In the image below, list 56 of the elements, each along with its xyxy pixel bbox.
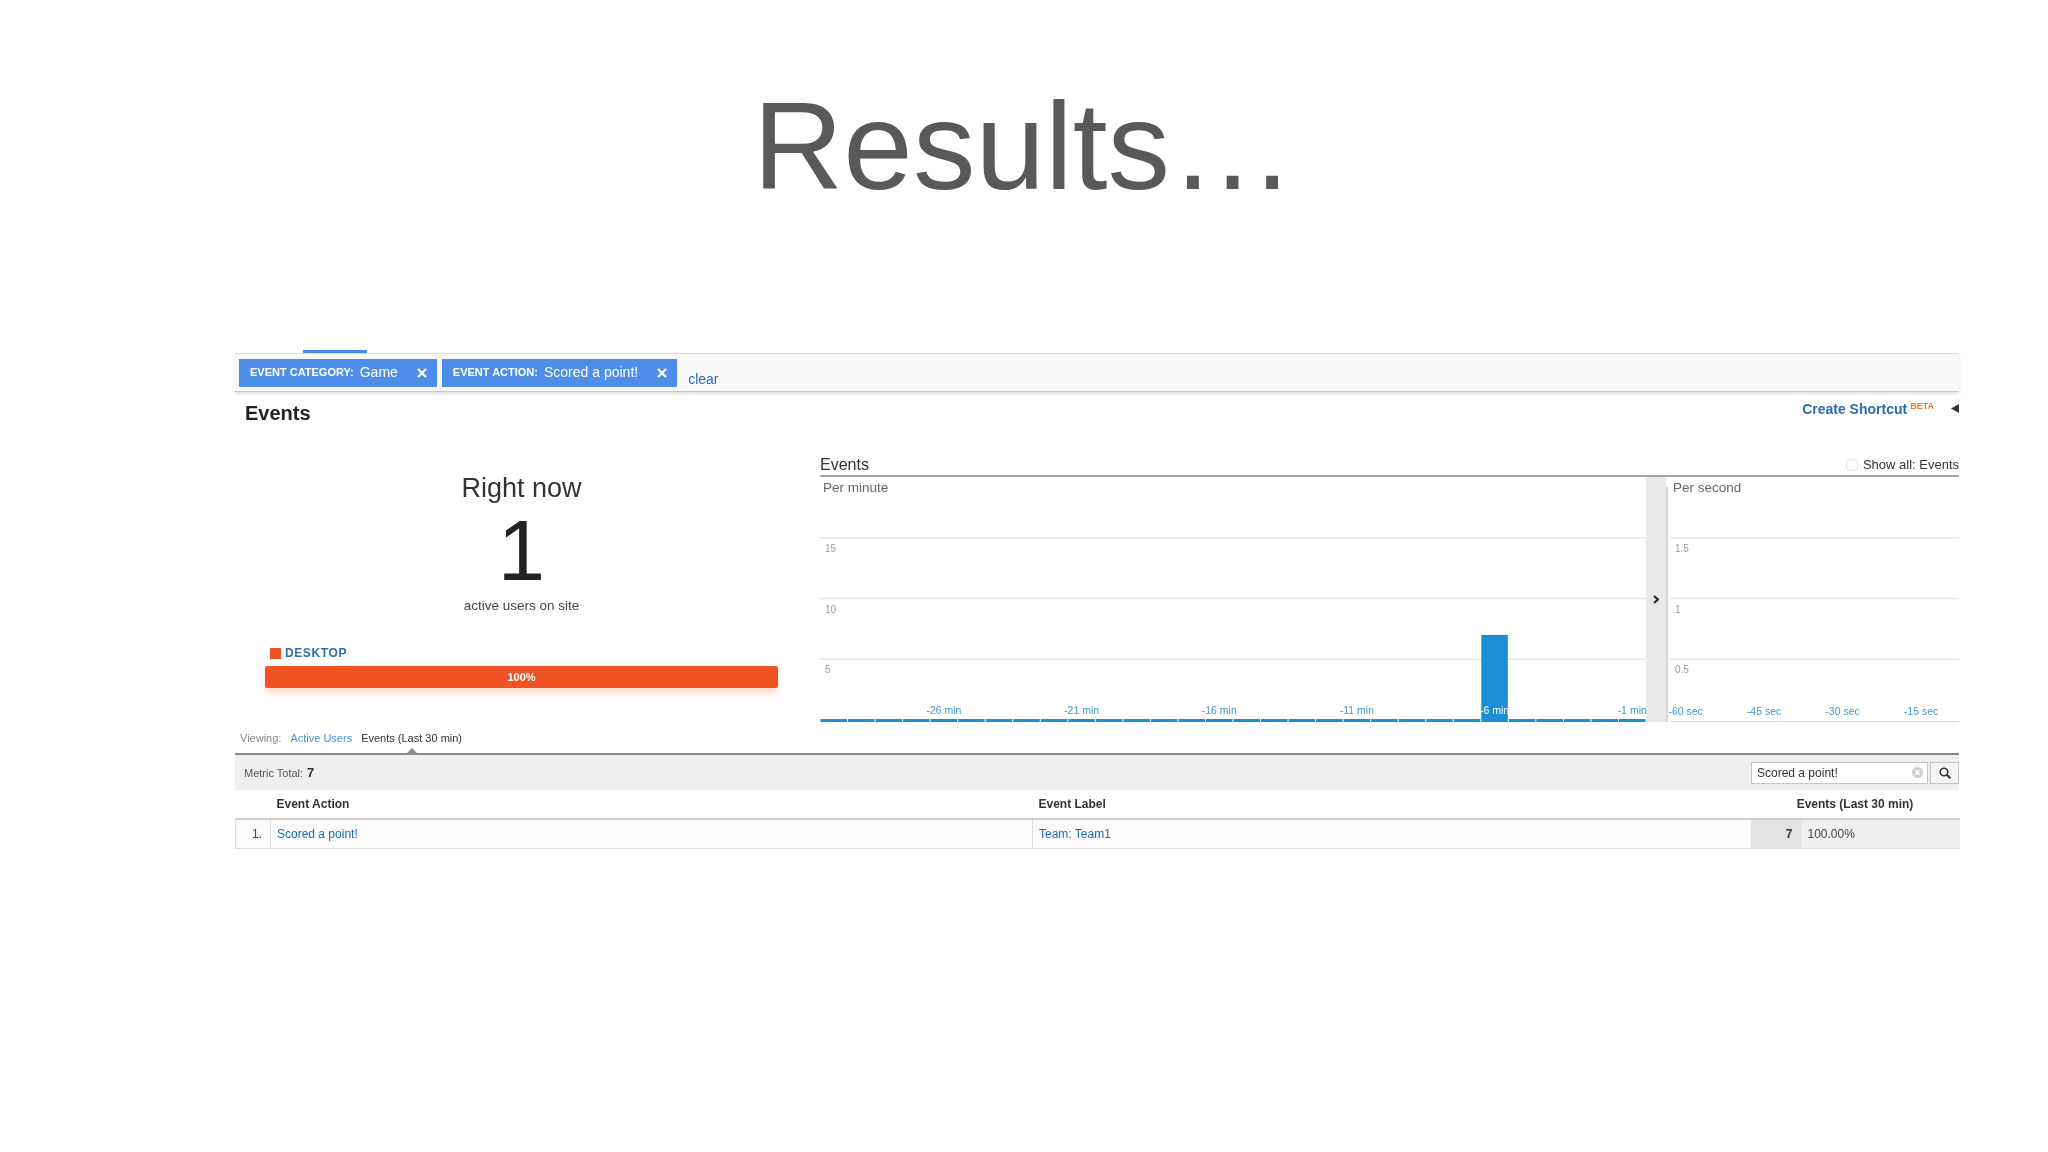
axis-tick-label: -6 min — [1479, 704, 1510, 716]
axis-tick-label: -60 sec — [1668, 705, 1703, 717]
slide-title: Results… — [753, 83, 1295, 208]
event-label-link[interactable]: Team: Team1 — [1039, 826, 1111, 841]
active-user-count: 1 — [496, 508, 547, 593]
close-icon — [416, 367, 427, 378]
tab-indicator — [303, 350, 367, 353]
report-title: Events — [245, 401, 311, 425]
search-icon — [1938, 766, 1951, 779]
axis-tick-label: -15 sec — [1903, 705, 1939, 717]
chart-title: Events — [820, 455, 869, 475]
axis-tick-label: -21 min — [1064, 704, 1100, 716]
filter-label: EVENT CATEGORY: — [250, 365, 354, 381]
axis-tick-label: 15 — [825, 542, 837, 554]
viewing-label: Viewing: — [240, 732, 282, 745]
metric-total-label: Metric Total: — [244, 766, 304, 781]
create-shortcut-link[interactable]: Create Shortcut — [1802, 401, 1908, 418]
axis-tick-label: 1 — [1675, 603, 1681, 615]
checkbox-label: Show all: Events — [1862, 457, 1959, 473]
remove-filter-button[interactable] — [416, 367, 427, 378]
chart-subtitle: Per second — [1673, 480, 1742, 495]
row-number: 1. — [235, 819, 271, 848]
remove-filter-button[interactable] — [657, 367, 668, 378]
view-tab[interactable]: Events (Last 30 min) — [361, 732, 462, 753]
axis-tick-label: -11 min — [1339, 704, 1374, 716]
right-now-heading: Right now — [460, 472, 583, 504]
axis-tick-label: -16 min — [1201, 704, 1237, 716]
axis-tick-label: 10 — [825, 603, 837, 615]
axis-tick-label: 5 — [825, 664, 831, 676]
close-icon — [657, 367, 668, 378]
search-field[interactable]: Scored a point! — [1751, 761, 1928, 784]
axis-tick-label: 0.5 — [1675, 664, 1689, 676]
collapse-handle[interactable] — [1646, 477, 1666, 722]
event-action-link[interactable]: Scored a point! — [277, 826, 358, 841]
metric-total-value: 7 — [307, 764, 315, 782]
chart-subtitle: Per minute — [823, 480, 889, 495]
filter-value: Game — [359, 363, 398, 382]
table-cell: 100.00% — [1800, 819, 1960, 848]
filter-value: Scored a point! — [544, 363, 639, 382]
search-button[interactable] — [1930, 761, 1959, 784]
beta-label: BETA — [1910, 401, 1934, 412]
axis-tick-label: 1.5 — [1675, 542, 1689, 554]
filter-label: EVENT ACTION: — [452, 365, 538, 381]
axis-tick-label: -26 min — [926, 704, 962, 716]
active-users-caption: active users on site — [462, 598, 581, 614]
chevron-right-icon — [1653, 595, 1659, 604]
axis-tick-label: -1 min — [1617, 704, 1646, 716]
axis-tick-label: -30 sec — [1825, 705, 1860, 717]
device-label: DESKTOP — [285, 646, 347, 660]
checkbox[interactable] — [1845, 459, 1858, 471]
progress-reading: 100% — [507, 670, 536, 684]
view-tab[interactable]: Active Users — [290, 732, 353, 745]
axis-tick-label: -45 sec — [1746, 705, 1782, 717]
left-triangle-icon[interactable] — [1951, 404, 1959, 413]
clear-filters-link[interactable]: clear — [688, 371, 719, 388]
legend-swatch-icon — [270, 647, 281, 659]
